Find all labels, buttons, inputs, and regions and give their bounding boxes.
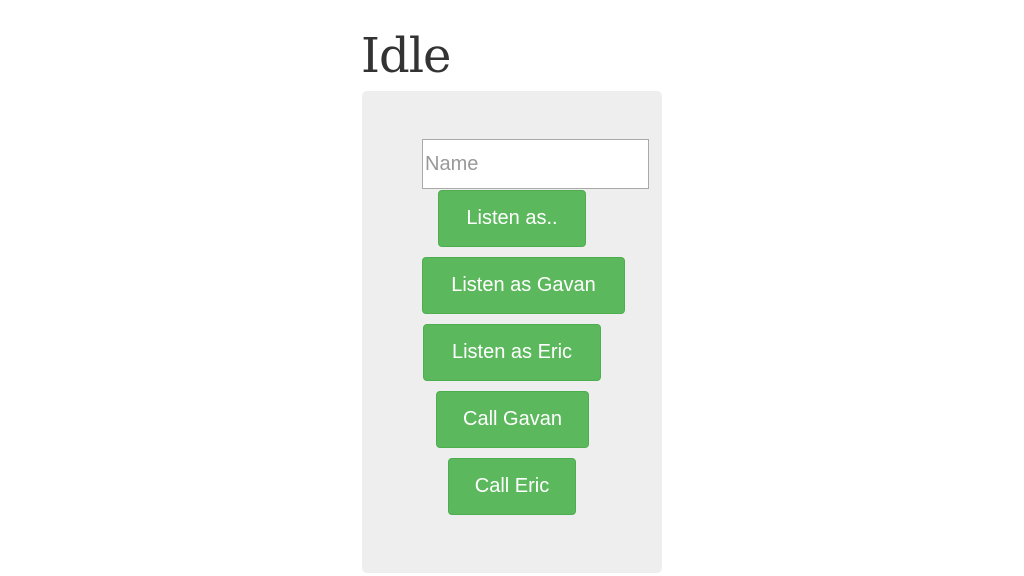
controls-panel: Listen as.. Listen as Gavan Listen as Er… <box>362 91 662 573</box>
call-gavan-button[interactable]: Call Gavan <box>436 391 589 448</box>
page: Idle Listen as.. Listen as Gavan Listen … <box>0 0 1024 576</box>
name-input[interactable] <box>422 139 649 189</box>
listen-as-gavan-button[interactable]: Listen as Gavan <box>422 257 625 314</box>
call-eric-button[interactable]: Call Eric <box>448 458 576 515</box>
listen-as-eric-button[interactable]: Listen as Eric <box>423 324 601 381</box>
listen-as-button[interactable]: Listen as.. <box>438 190 586 247</box>
status-title: Idle <box>361 28 451 84</box>
